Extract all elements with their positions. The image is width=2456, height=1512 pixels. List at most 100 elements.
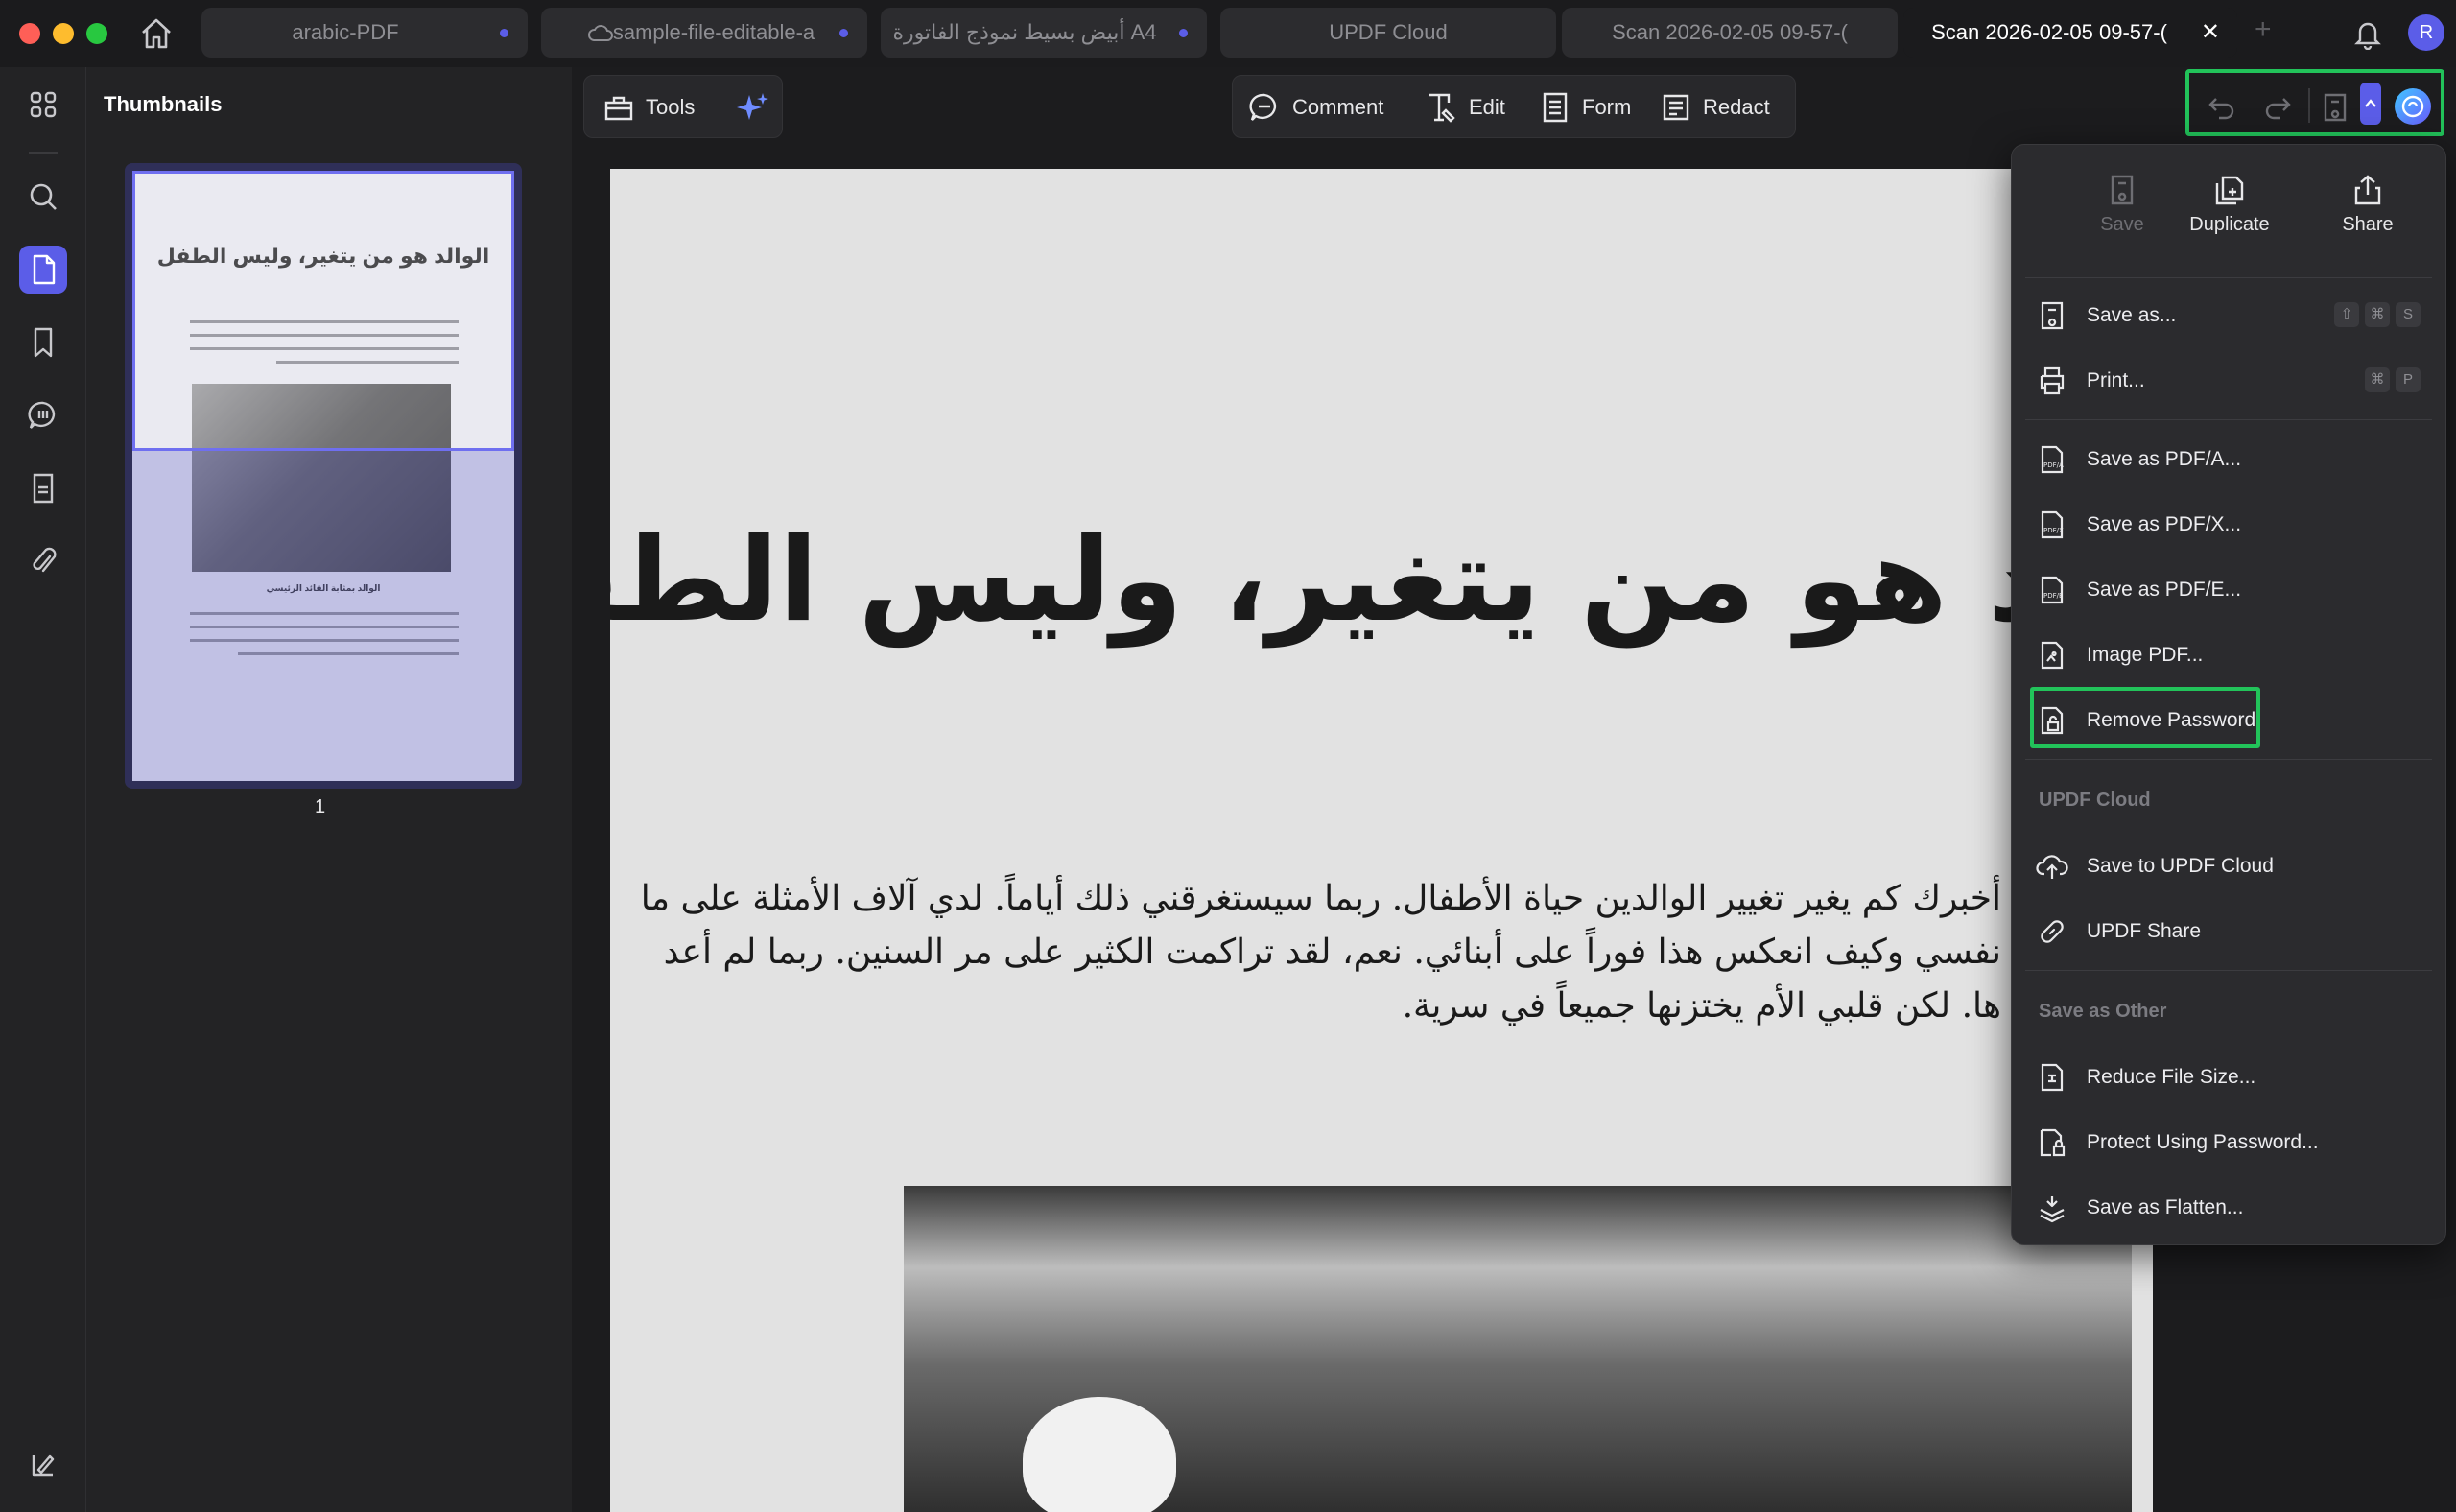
- svg-text:PDF/A: PDF/A: [2043, 461, 2064, 469]
- duplicate-icon: [2215, 176, 2244, 205]
- tab-sample-file[interactable]: sample-file-editable-a: [541, 8, 867, 58]
- redo-icon[interactable]: [2260, 90, 2295, 125]
- page-layers-icon[interactable]: [19, 464, 67, 512]
- menu-divider: [2025, 970, 2432, 971]
- section-updf-cloud: UPDF Cloud: [2039, 790, 2151, 811]
- menu-save-pdfe[interactable]: PDF/E Save as PDF/E...: [2025, 561, 2432, 619]
- ai-sparkle-icon[interactable]: [736, 91, 770, 126]
- menu-reduce-file-size[interactable]: Reduce File Size...: [2025, 1049, 2432, 1106]
- unsaved-dot: [839, 29, 848, 37]
- svg-text:PDF/E: PDF/E: [2043, 592, 2063, 600]
- tab-arabic-pdf[interactable]: arabic-PDF: [201, 8, 528, 58]
- share-icon: [2354, 175, 2381, 205]
- save-label: Save: [2100, 214, 2144, 235]
- shield-lock-icon: [2035, 1125, 2069, 1160]
- document-page[interactable]: لد هو من يتغير، وليس الطفل أخبرك كم يغير…: [610, 169, 2153, 1512]
- photo-subject: [1023, 1397, 1176, 1512]
- close-tab-icon[interactable]: ✕: [2201, 8, 2220, 58]
- menu-print[interactable]: Print... ⌘ P: [2025, 352, 2432, 410]
- menu-save-pdfx[interactable]: PDF/X Save as PDF/X...: [2025, 496, 2432, 554]
- thumbnail-page-number: 1: [315, 796, 326, 817]
- menu-save-to-cloud[interactable]: Save to UPDF Cloud: [2025, 838, 2432, 895]
- save-as-shortcut: ⇧ ⌘ S: [2334, 302, 2421, 327]
- new-tab-button[interactable]: +: [2255, 13, 2272, 46]
- menu-share-button[interactable]: Share: [2305, 174, 2430, 236]
- menu-updf-share[interactable]: UPDF Share: [2025, 903, 2432, 960]
- thumbnails-icon[interactable]: [19, 246, 67, 294]
- page-thumbnail[interactable]: الوالد هو من يتغير، وليس الطفل الوالد بم…: [125, 163, 522, 789]
- menu-save-pdfa[interactable]: PDF/A Save as PDF/A...: [2025, 431, 2432, 488]
- toolbar-divider: [2308, 88, 2310, 123]
- edit-text-icon: [1429, 93, 1455, 123]
- pdfx-label: Save as PDF/X...: [2087, 513, 2242, 535]
- menu-divider: [2025, 419, 2432, 420]
- compress-icon: [2035, 1060, 2069, 1095]
- link-icon: [2035, 914, 2069, 949]
- save-menu-toggle[interactable]: [2360, 83, 2381, 125]
- save-as-icon: [2035, 298, 2069, 333]
- tools-button[interactable]: Tools: [603, 76, 695, 139]
- document-title: لد هو من يتغير، وليس الطفل: [610, 514, 2097, 648]
- menu-save-button[interactable]: Save: [2060, 174, 2184, 236]
- bell-icon[interactable]: [2352, 17, 2383, 50]
- redact-button[interactable]: Redact: [1661, 76, 1770, 139]
- tab-invoice[interactable]: A4 أبيض بسيط نموذج الفاتورة: [881, 8, 1207, 58]
- edit-button[interactable]: Edit: [1425, 76, 1505, 139]
- unsaved-dot: [1179, 29, 1188, 37]
- comment-icon: [1249, 93, 1277, 121]
- pdf-a-icon: PDF/A: [2035, 442, 2069, 477]
- printer-icon: [2035, 364, 2069, 398]
- image-pdf-label: Image PDF...: [2087, 644, 2204, 666]
- menu-save-flatten[interactable]: Save as Flatten...: [2025, 1179, 2432, 1237]
- tools-label: Tools: [646, 95, 696, 119]
- tab-scan-active[interactable]: Scan 2026-02-05 09-57-( ✕: [1903, 8, 2237, 58]
- apps-grid-icon[interactable]: [19, 81, 67, 129]
- left-rail: [0, 67, 86, 1512]
- menu-image-pdf[interactable]: Image PDF...: [2025, 626, 2432, 684]
- save-icon: [2111, 175, 2134, 205]
- save-icon[interactable]: [2318, 90, 2352, 125]
- menu-protect-password[interactable]: Protect Using Password...: [2025, 1114, 2432, 1171]
- menu-save-as[interactable]: Save as... ⇧ ⌘ S: [2025, 287, 2432, 344]
- duplicate-label: Duplicate: [2189, 214, 2270, 235]
- protect-label: Protect Using Password...: [2087, 1131, 2319, 1153]
- pdfe-label: Save as PDF/E...: [2087, 579, 2242, 601]
- home-icon[interactable]: [137, 15, 176, 52]
- thumbnail-page: الوالد هو من يتغير، وليس الطفل الوالد بم…: [132, 171, 514, 781]
- edit-label: Edit: [1469, 95, 1505, 119]
- tab-scan-1[interactable]: Scan 2026-02-05 09-57-(: [1562, 8, 1898, 58]
- search-icon[interactable]: [19, 173, 67, 221]
- minimize-window-button[interactable]: [53, 23, 74, 44]
- visible-area-highlight[interactable]: [132, 171, 514, 451]
- tab-label: A4 أبيض بسيط نموذج الفاتورة: [892, 20, 1157, 44]
- tab-label: UPDF Cloud: [1329, 20, 1448, 44]
- share-label: Share: [2342, 214, 2394, 235]
- tab-label: Scan 2026-02-05 09-57-(: [1612, 20, 1848, 44]
- form-button[interactable]: Form: [1540, 76, 1631, 139]
- menu-duplicate-button[interactable]: Duplicate: [2167, 174, 2292, 236]
- attachment-icon[interactable]: [19, 537, 67, 585]
- undo-icon[interactable]: [2205, 90, 2239, 125]
- redact-label: Redact: [1703, 95, 1770, 119]
- close-window-button[interactable]: [19, 23, 40, 44]
- avatar[interactable]: R: [2408, 14, 2444, 51]
- page-overlay: [132, 451, 514, 781]
- tab-updf-cloud[interactable]: UPDF Cloud: [1220, 8, 1556, 58]
- toolbox-icon: [604, 96, 633, 121]
- panel-title: Thumbnails: [104, 92, 223, 116]
- image-pdf-icon: [2035, 638, 2069, 673]
- main-toolbar: Tools Comment Edit Form Redact: [572, 67, 2456, 144]
- section-save-as-other: Save as Other: [2039, 1001, 2167, 1022]
- print-shortcut: ⌘ P: [2365, 367, 2421, 392]
- remove-password-highlight: [2030, 687, 2260, 748]
- updf-ai-assistant-icon[interactable]: [2393, 86, 2433, 127]
- updf-ai-icon[interactable]: [19, 1441, 67, 1489]
- zoom-window-button[interactable]: [86, 23, 107, 44]
- comments-icon[interactable]: [19, 391, 67, 439]
- tab-label: Scan 2026-02-05 09-57-(: [1931, 20, 2167, 44]
- bookmark-icon[interactable]: [19, 319, 67, 366]
- save-actions-highlight: [2185, 69, 2444, 136]
- print-label: Print...: [2087, 369, 2145, 391]
- comment-button[interactable]: Comment: [1248, 76, 1383, 139]
- pdf-e-icon: PDF/E: [2035, 573, 2069, 607]
